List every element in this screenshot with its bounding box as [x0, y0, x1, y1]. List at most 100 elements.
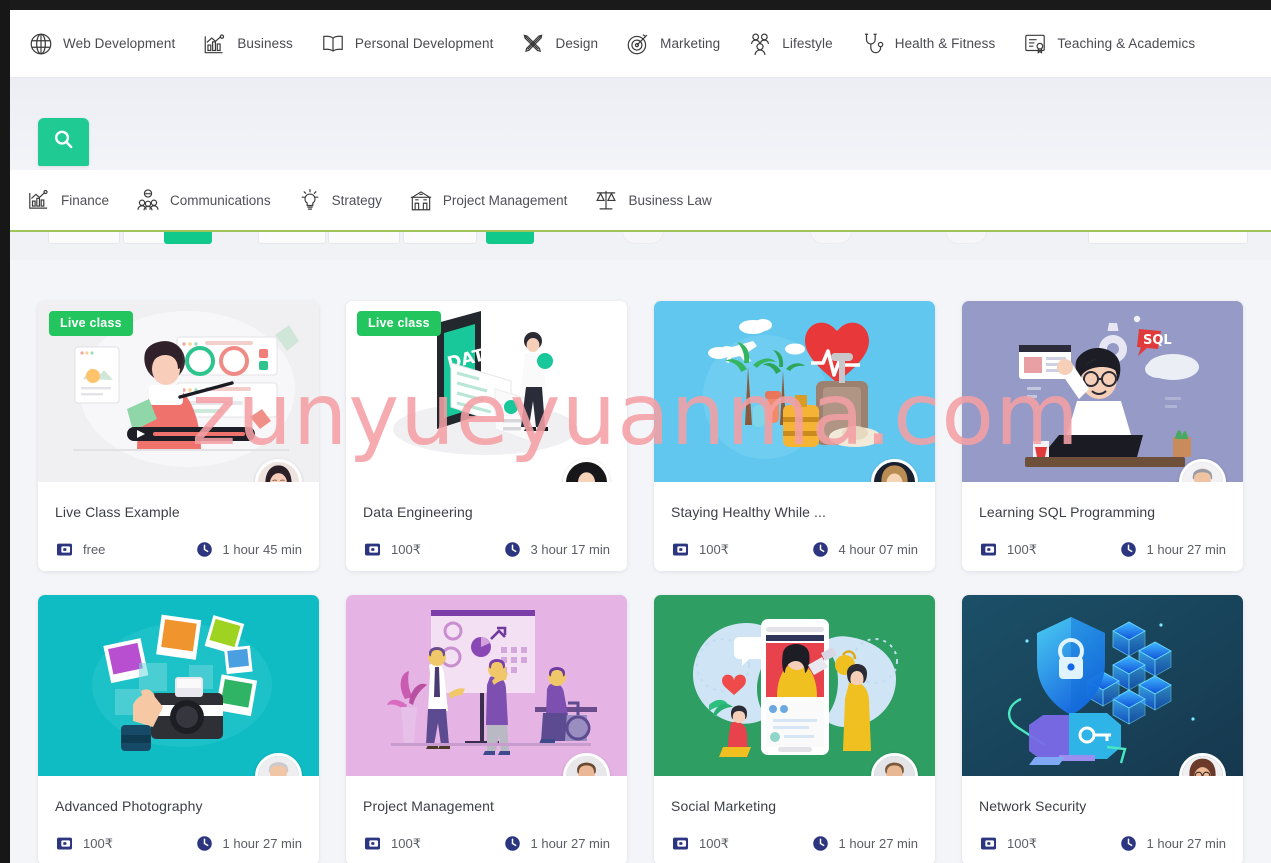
course-meta-row: 100₹ 4 hour 07 min — [671, 540, 918, 559]
filter-pill[interactable] — [622, 232, 664, 244]
course-price: 100₹ — [671, 834, 729, 853]
nav-item-business[interactable]: Business — [202, 31, 307, 57]
filter-strip — [10, 232, 1271, 260]
avatar-man-beard-pink-shirt — [258, 756, 299, 776]
filter-apply-button[interactable] — [164, 232, 212, 244]
course-duration-label: 1 hour 27 min — [222, 836, 303, 851]
globe-icon — [28, 31, 54, 57]
nav-item-design[interactable]: Design — [520, 31, 612, 57]
pencil-ruler-icon — [520, 31, 546, 57]
course-card[interactable]: Staying Healthy While ... 100₹ 4 hour 07… — [654, 301, 935, 571]
course-card[interactable]: Social Marketing 100₹ 1 hour 27 min — [654, 595, 935, 863]
search-button[interactable] — [38, 118, 89, 166]
course-meta-row: 100₹ 3 hour 17 min — [363, 540, 610, 559]
subnav-item-business-law[interactable]: Business Law — [593, 187, 712, 213]
people-group-icon — [747, 31, 773, 57]
filter-pill[interactable] — [945, 232, 987, 244]
course-card-body: Advanced Photography 100₹ 1 hour 27 min — [38, 776, 319, 853]
course-duration-label: 1 hour 27 min — [1146, 542, 1227, 557]
nav-label: Personal Development — [354, 36, 494, 51]
wallet-icon — [55, 540, 74, 559]
course-meta-row: 100₹ 1 hour 27 min — [979, 834, 1226, 853]
course-price: 100₹ — [363, 540, 421, 559]
course-price-label: 100₹ — [1007, 835, 1037, 851]
course-thumbnail — [654, 595, 935, 776]
open-book-icon — [320, 31, 346, 57]
nav-label: Health & Fitness — [894, 36, 996, 51]
course-price: 100₹ — [671, 540, 729, 559]
certificate-icon — [1022, 31, 1048, 57]
subnav-item-strategy[interactable]: Strategy — [297, 187, 382, 213]
course-price: 100₹ — [979, 540, 1037, 559]
course-duration-label: 1 hour 27 min — [838, 836, 919, 851]
thumb-illustration-social-marketing — [654, 595, 935, 776]
filter-chip[interactable] — [403, 232, 477, 244]
course-card-body: Data Engineering 100₹ 3 hour 17 min — [346, 482, 627, 559]
page-left-edge — [0, 0, 10, 863]
course-card[interactable]: Network Security 100₹ 1 hour 27 min — [962, 595, 1243, 863]
nav-item-health-fitness[interactable]: Health & Fitness — [860, 31, 1010, 57]
course-meta-row: 100₹ 1 hour 27 min — [979, 540, 1226, 559]
subnav-item-project-management[interactable]: Project Management — [408, 187, 567, 213]
wallet-icon — [671, 834, 690, 853]
clock-icon — [811, 540, 830, 559]
nav-item-teaching-academics[interactable]: Teaching & Academics — [1022, 31, 1209, 57]
clock-icon — [195, 834, 214, 853]
course-duration: 4 hour 07 min — [811, 540, 918, 559]
nav-item-personal-development[interactable]: Personal Development — [320, 31, 508, 57]
course-thumbnail — [962, 595, 1243, 776]
avatar-man-plaid-shirt — [1182, 462, 1223, 482]
users-icon — [135, 187, 161, 213]
course-card-body: Learning SQL Programming 100₹ 1 hour 27 … — [962, 482, 1243, 559]
course-price-label: 100₹ — [699, 835, 729, 851]
course-card-body: Network Security 100₹ 1 hour 27 min — [962, 776, 1243, 853]
subnav-item-communications[interactable]: Communications — [135, 187, 271, 213]
search-band — [10, 78, 1271, 170]
page-root: Web Development Business Personal Develo… — [0, 0, 1271, 863]
nav-item-lifestyle[interactable]: Lifestyle — [747, 31, 846, 57]
clock-icon — [811, 834, 830, 853]
thumb-illustration-sql-developer: SQL — [962, 301, 1243, 482]
wallet-icon — [363, 540, 382, 559]
course-card-body: Staying Healthy While ... 100₹ 4 hour 07… — [654, 482, 935, 559]
course-price: 100₹ — [979, 834, 1037, 853]
course-price-label: 100₹ — [699, 541, 729, 557]
subnav-label: Finance — [61, 192, 110, 208]
bar-chart-icon — [202, 31, 228, 57]
avatar-woman-long-dark-hair — [258, 462, 299, 482]
thumb-illustration-network-security — [962, 595, 1243, 776]
course-card[interactable]: Live class DATA Data Engineering 100₹ 3 … — [346, 301, 627, 571]
clock-icon — [1119, 834, 1138, 853]
clock-icon — [195, 540, 214, 559]
subnav-item-finance[interactable]: Finance — [26, 187, 109, 213]
filter-apply-button-2[interactable] — [486, 232, 534, 244]
building-icon — [408, 187, 434, 213]
filter-chip[interactable] — [258, 232, 326, 244]
filter-chip[interactable] — [328, 232, 400, 244]
course-price-label: 100₹ — [83, 835, 113, 851]
course-thumbnail — [654, 301, 935, 482]
subcategory-nav: Finance Communications Strategy Project … — [10, 170, 1271, 232]
filter-pill[interactable] — [810, 232, 852, 244]
clock-icon — [503, 540, 522, 559]
nav-item-web-development[interactable]: Web Development — [28, 31, 189, 57]
course-duration: 1 hour 27 min — [1119, 540, 1227, 559]
avatar-woman-dark-hair — [566, 462, 607, 482]
nav-item-marketing[interactable]: Marketing — [625, 31, 734, 57]
course-card[interactable]: Project Management 100₹ 1 hour 27 min — [346, 595, 627, 863]
live-class-badge: Live class — [49, 311, 133, 336]
course-price: 100₹ — [55, 834, 113, 853]
nav-label: Business — [237, 36, 293, 51]
course-duration: 1 hour 27 min — [503, 834, 610, 853]
course-card[interactable]: SQL Learning SQL Programming 100₹ 1 hour… — [962, 301, 1243, 571]
wallet-icon — [979, 540, 998, 559]
filter-chip[interactable] — [48, 232, 120, 244]
filter-dropdown[interactable] — [1088, 232, 1248, 244]
course-price: free — [55, 540, 105, 559]
stethoscope-icon — [860, 31, 886, 57]
course-card[interactable]: Advanced Photography 100₹ 1 hour 27 min — [38, 595, 319, 863]
course-title: Network Security — [979, 798, 1087, 814]
course-duration: 1 hour 27 min — [195, 834, 303, 853]
course-card[interactable]: Live class Live Class Example free 1 hou… — [38, 301, 319, 571]
course-meta-row: 100₹ 1 hour 27 min — [671, 834, 918, 853]
